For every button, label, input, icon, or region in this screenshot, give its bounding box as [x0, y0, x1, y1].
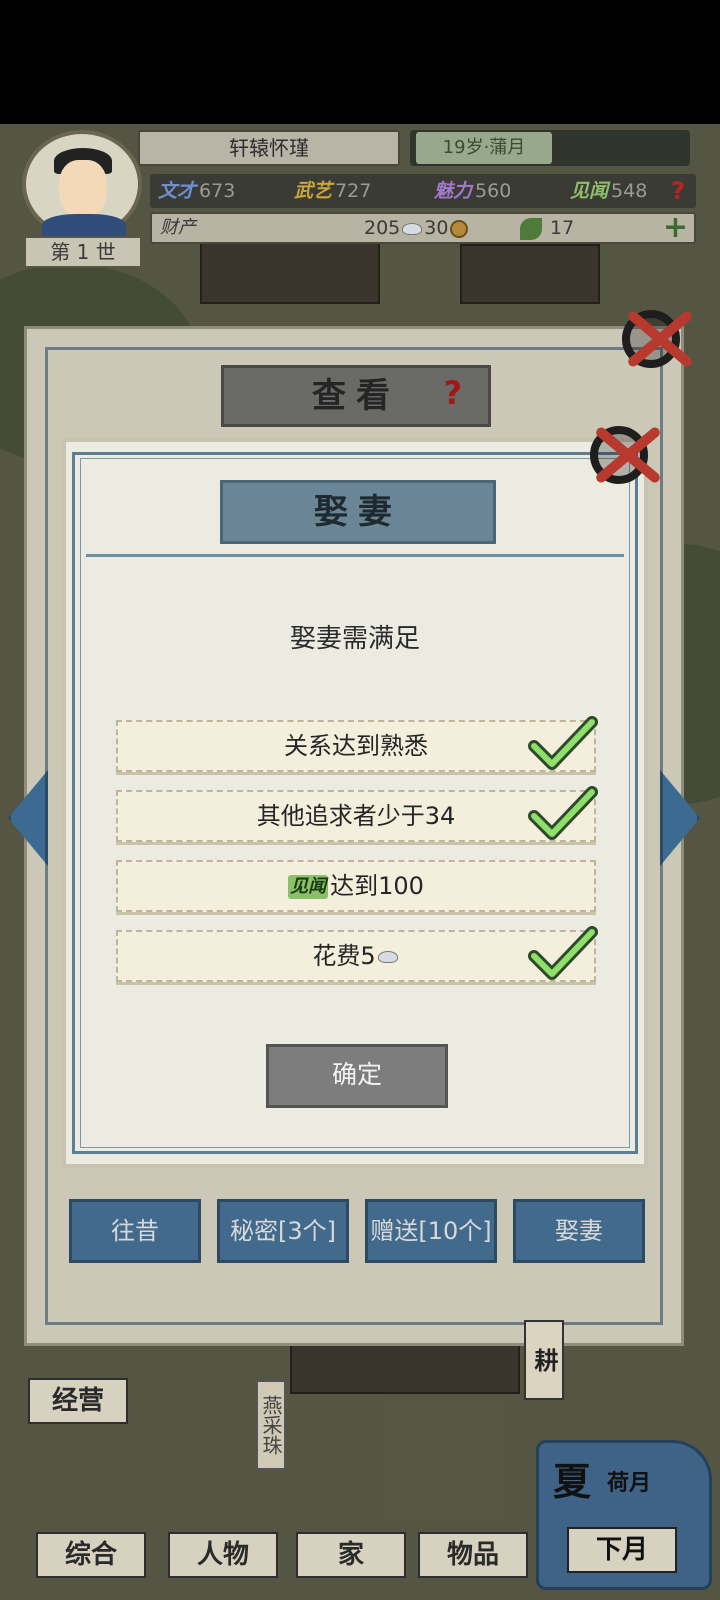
requirement-row: 其他追求者少于34 — [116, 786, 598, 842]
stat-label: 文才 — [158, 180, 197, 202]
stat-value: 548 — [611, 180, 648, 202]
tab-past[interactable]: 往昔 — [69, 1199, 201, 1263]
menu-general[interactable]: 综合 — [36, 1532, 146, 1578]
stat-wuyi: 武艺 727 — [294, 174, 371, 208]
requirement-text: 花费5 — [118, 932, 594, 980]
stat-wencai: 文才 673 — [158, 174, 235, 208]
farmland-value: 17 — [520, 214, 574, 242]
menu-characters[interactable]: 人物 — [168, 1532, 278, 1578]
plus-icon[interactable]: + — [663, 212, 688, 244]
wealth-label: 财产 — [160, 217, 196, 238]
avatar-face — [59, 160, 107, 218]
silver-amount: 205 — [364, 217, 401, 239]
month-label: 荷月 — [607, 1471, 652, 1496]
farming-label[interactable]: 耕 — [524, 1320, 564, 1400]
requirement-text: 其他追求者少于34 — [256, 802, 456, 830]
requirement-text: 见闻 达到100 — [118, 862, 594, 910]
copper-coin-icon — [450, 219, 469, 238]
age-month-label: 19岁·蒲月 — [416, 132, 552, 164]
panel-title-plate: 查看 ? — [221, 365, 491, 427]
marry-dialog: 娶妻 娶妻需满足 关系达到熟悉 其他追求者少于34 见闻 达到100 花费5 确定 — [62, 438, 648, 1168]
stats-bar: 文才 673 武艺 727 魅力 560 见闻 548 ? — [150, 174, 696, 208]
stat-label: 魅力 — [434, 180, 473, 202]
requirement-row: 花费5 — [116, 926, 598, 982]
confirm-button[interactable]: 确定 — [266, 1044, 448, 1108]
check-icon — [528, 926, 598, 980]
npc-name-tag[interactable]: 燕采珠 — [256, 1380, 286, 1470]
dialog-title-plate: 娶妻 — [220, 480, 496, 544]
wealth-bar: 财产 205 30 17 + — [150, 212, 696, 244]
requirement-row: 关系达到熟悉 — [116, 716, 598, 772]
requirement-text: 关系达到熟悉 — [284, 732, 428, 760]
wealth-value: 205 30 — [364, 214, 470, 242]
stat-value: 560 — [475, 180, 512, 202]
close-icon[interactable] — [616, 300, 696, 380]
silver-ingot-icon — [377, 951, 398, 963]
dialog-title: 娶妻 — [314, 492, 402, 532]
check-icon — [528, 716, 598, 770]
stat-value: 673 — [199, 180, 236, 202]
player-name: 轩辕怀瑾 — [138, 130, 400, 166]
status-bar-area — [0, 0, 720, 124]
season-panel: 夏 荷月 下月 — [536, 1440, 712, 1590]
question-icon[interactable]: ? — [443, 374, 462, 412]
jianwen-tag: 见闻 — [288, 875, 329, 899]
stat-meili: 魅力 560 — [434, 174, 511, 208]
dialog-divider — [86, 554, 624, 557]
season-label: 夏 — [553, 1459, 592, 1504]
tab-secrets[interactable]: 秘密[3个] — [217, 1199, 349, 1263]
requirement-value: 花费5 — [312, 942, 376, 970]
menu-business[interactable]: 经营 — [28, 1378, 128, 1424]
farmland-amount: 17 — [550, 217, 575, 239]
stat-label: 武艺 — [294, 180, 333, 202]
stat-jianwen: 见闻 548 — [570, 174, 647, 208]
question-icon[interactable]: ? — [664, 176, 692, 206]
check-icon — [528, 786, 598, 840]
requirement-value: 达到100 — [330, 872, 424, 900]
tab-gifts[interactable]: 赠送[10个] — [365, 1199, 497, 1263]
leaf-icon — [520, 217, 542, 240]
tab-marry[interactable]: 娶妻 — [513, 1199, 645, 1263]
next-month-button[interactable]: 下月 — [567, 1527, 677, 1573]
close-icon[interactable] — [584, 416, 664, 496]
menu-home[interactable]: 家 — [296, 1532, 406, 1578]
panel-tabs: 往昔 秘密[3个] 赠送[10个] 娶妻 — [69, 1199, 649, 1265]
requirement-row: 见闻 达到100 — [116, 860, 596, 912]
silver-ingot-icon — [402, 222, 423, 235]
age-month-bar: 19岁·蒲月 — [410, 130, 690, 166]
stat-label: 见闻 — [570, 180, 609, 202]
player-avatar[interactable] — [22, 130, 142, 242]
copper-amount: 30 — [424, 217, 449, 239]
generation-badge: 第 1 世 — [24, 236, 142, 268]
menu-items[interactable]: 物品 — [418, 1532, 528, 1578]
requirements-heading: 娶妻需满足 — [289, 624, 420, 654]
stat-value: 727 — [335, 180, 372, 202]
